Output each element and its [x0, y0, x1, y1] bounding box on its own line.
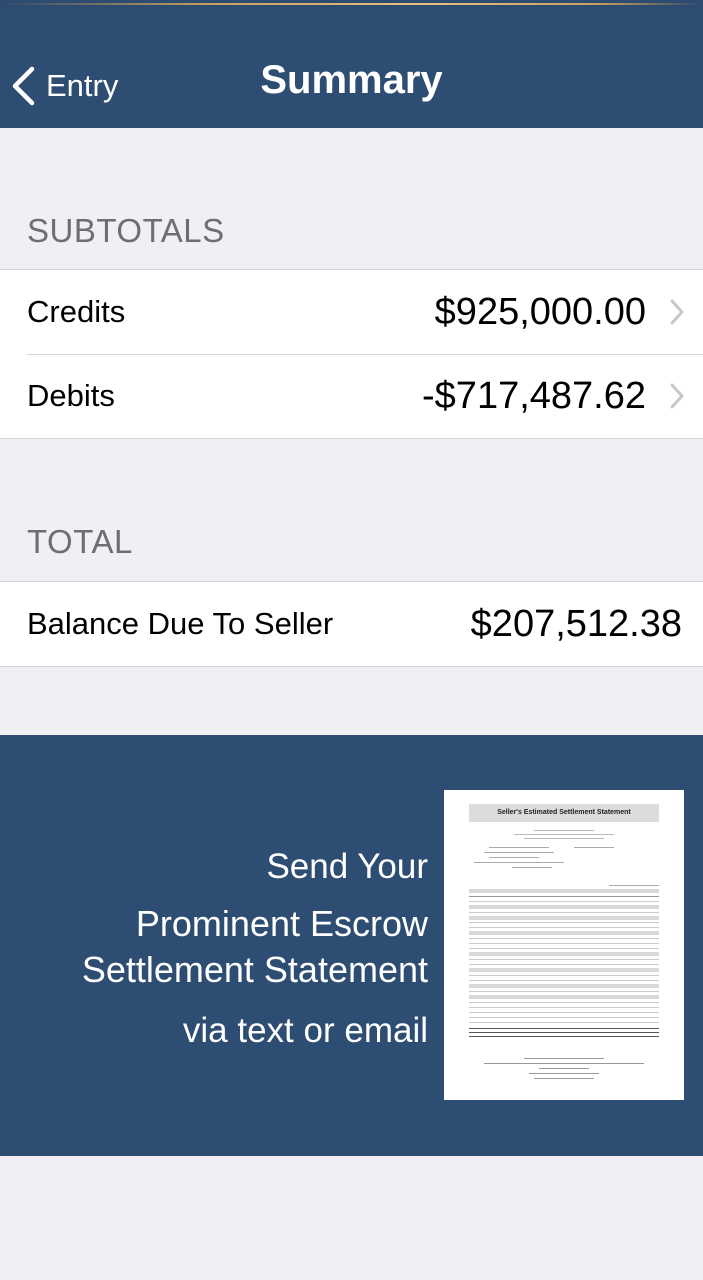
status-bar-accent — [0, 3, 703, 5]
credits-value: $925,000.00 — [434, 290, 646, 333]
total-group: Balance Due To Seller $207,512.38 — [0, 581, 703, 667]
credits-label: Credits — [27, 294, 126, 329]
chevron-right-icon — [670, 383, 684, 409]
settlement-statement-thumbnail: Seller's Estimated Settlement Statement — [444, 790, 684, 1100]
statement-thumbnail-title: Seller's Estimated Settlement Statement — [469, 804, 659, 822]
total-section-header: TOTAL — [27, 523, 133, 560]
balance-due-value: $207,512.38 — [470, 602, 682, 645]
credits-row[interactable]: Credits $925,000.00 — [0, 270, 703, 354]
navigation-bar: Entry Summary — [0, 6, 703, 128]
promo-line-1: Send Your — [266, 847, 428, 886]
promo-line-3: Settlement Statement — [81, 949, 428, 990]
debits-label: Debits — [27, 378, 115, 413]
promo-line-2: Prominent Escrow — [135, 903, 428, 944]
send-statement-banner[interactable]: Send Your Prominent Escrow Settlement St… — [0, 735, 703, 1156]
balance-due-label: Balance Due To Seller — [27, 606, 334, 641]
debits-row[interactable]: Debits -$717,487.62 — [0, 354, 703, 438]
chevron-right-icon — [670, 299, 684, 325]
subtotals-section-header: SUBTOTALS — [27, 212, 225, 249]
debits-value: -$717,487.62 — [422, 374, 646, 417]
page-title: Summary — [260, 58, 443, 102]
balance-due-row: Balance Due To Seller $207,512.38 — [0, 582, 703, 666]
subtotals-group: Credits $925,000.00 Debits -$717,487.62 — [0, 269, 703, 439]
promo-line-4: via text or email — [182, 1011, 428, 1050]
